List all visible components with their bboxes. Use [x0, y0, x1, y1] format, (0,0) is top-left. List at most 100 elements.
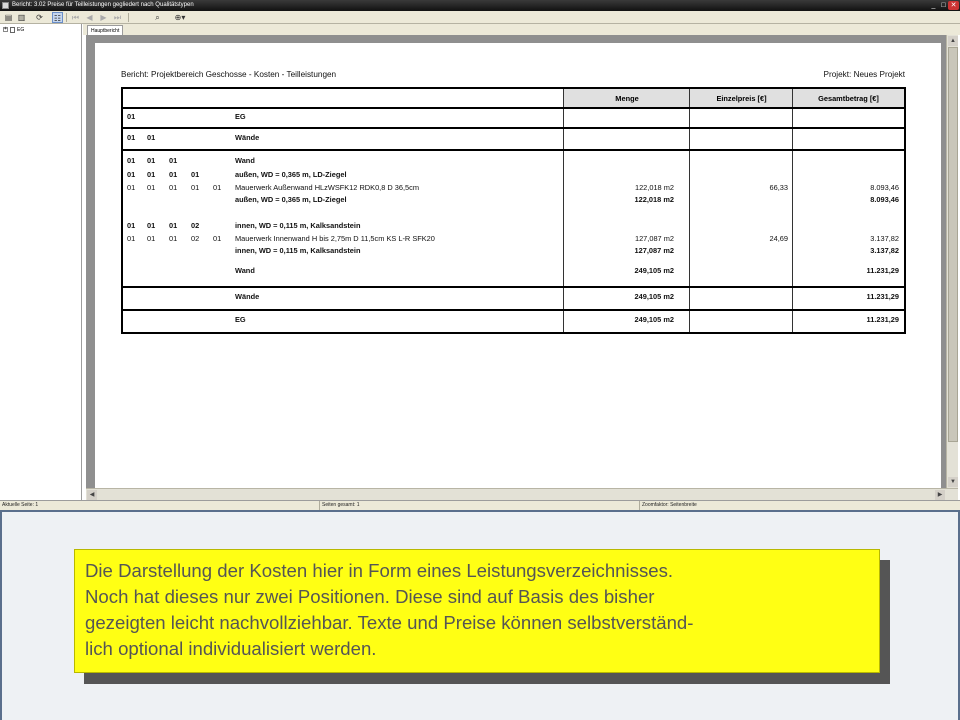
item-description: Mauerwerk Innenwand H bis 2,75m D 11,5cm…: [235, 234, 435, 243]
menge-cell: 249,105 m2: [634, 315, 674, 324]
subtotal-label: Wand: [235, 266, 255, 275]
expand-icon[interactable]: +: [3, 27, 8, 33]
gesamt-cell: 8.093,46: [870, 195, 899, 204]
code-cell: 01: [127, 234, 136, 243]
code-cell: 01: [147, 221, 156, 230]
first-page-icon[interactable]: ⏮: [70, 12, 81, 23]
menge-cell: 249,105 m2: [634, 266, 674, 275]
zoom-icon[interactable]: ⊕▾: [170, 12, 190, 23]
subtotal-label: innen, WD = 0,115 m, Kalksandstein: [235, 246, 361, 255]
horizontal-scrollbar[interactable]: ◀ ▶: [86, 488, 958, 500]
row-divider: [123, 286, 904, 288]
scroll-up-icon[interactable]: ▲: [948, 36, 958, 46]
code-cell: 01: [127, 170, 136, 179]
code-cell: 01: [169, 156, 178, 165]
document-icon: [10, 26, 15, 33]
close-button[interactable]: ✕: [948, 1, 959, 10]
report-viewport[interactable]: Bericht: Projektbereich Geschosse - Kost…: [86, 35, 958, 500]
code-cell: 01: [213, 234, 222, 243]
code-cell: 01: [147, 183, 156, 192]
previous-page-icon[interactable]: ◀: [84, 12, 95, 23]
column-divider: [689, 89, 690, 332]
tab-hauptbericht[interactable]: Hauptbericht: [87, 25, 124, 35]
tree-item-label: EG: [17, 27, 25, 33]
code-cell: 01: [147, 234, 156, 243]
row-divider: [123, 127, 904, 129]
code-cell: 01: [127, 156, 136, 165]
menge-cell: 127,087 m2: [634, 234, 674, 243]
header-gesamtbetrag: Gesamtbetrag [€]: [793, 89, 904, 107]
code-cell: 01: [147, 170, 156, 179]
export-icon[interactable]: ▥: [16, 12, 27, 23]
refresh-icon[interactable]: ⟳: [34, 12, 45, 23]
callout-line: gezeigten leicht nachvollziehbar. Texte …: [85, 612, 694, 633]
item-description: Mauerwerk Außenwand HLzWSFK12 RDK0,8 D 3…: [235, 183, 420, 192]
next-page-icon[interactable]: ▶: [98, 12, 109, 23]
callout-text: Die Darstellung der Kosten hier in Form …: [85, 558, 869, 662]
row-label: außen, WD = 0,365 m, LD-Ziegel: [235, 170, 347, 179]
gesamt-cell: 11.231,29: [866, 315, 899, 324]
gesamt-cell: 11.231,29: [866, 266, 899, 275]
code-cell: 01: [169, 183, 178, 192]
code-cell: 01: [191, 183, 200, 192]
code-cell: 01: [213, 183, 222, 192]
header-einzelpreis: Einzelpreis [€]: [690, 89, 793, 107]
code-cell: 01: [127, 221, 136, 230]
scroll-left-icon[interactable]: ◀: [87, 490, 97, 500]
cost-table: Menge Einzelpreis [€] Gesamtbetrag [€] 0…: [121, 87, 906, 334]
annotation-callout: Die Darstellung der Kosten hier in Form …: [74, 549, 880, 673]
tree-item-eg[interactable]: + EG: [3, 26, 24, 34]
code-cell: 01: [169, 221, 178, 230]
code-cell: 01: [169, 234, 178, 243]
scroll-right-icon[interactable]: ▶: [935, 490, 945, 500]
title-bar: Bericht: 3.02 Preise für Teilleistungen …: [0, 0, 960, 11]
row-divider: [123, 309, 904, 311]
code-cell: 01: [147, 133, 156, 142]
callout-line: Die Darstellung der Kosten hier in Form …: [85, 560, 674, 581]
code-cell: 01: [127, 183, 136, 192]
header-gesamtbetrag-label: Gesamtbetrag [€]: [818, 94, 879, 103]
code-cell: 01: [147, 156, 156, 165]
row-label: Wände: [235, 133, 260, 142]
code-cell: 01: [191, 170, 200, 179]
vertical-scrollbar[interactable]: ▲ ▼: [946, 35, 958, 488]
einzelpreis-cell: 66,33: [769, 183, 789, 192]
report-viewer-window: Bericht: 3.02 Preise für Teilleistungen …: [0, 0, 960, 720]
code-cell: 01: [169, 170, 178, 179]
last-page-icon[interactable]: ⏭: [112, 12, 123, 23]
header-menge: Menge: [564, 89, 690, 107]
gesamt-cell: 8.093,46: [870, 183, 899, 192]
menge-cell: 127,087 m2: [634, 246, 674, 255]
report-page: Bericht: Projektbereich Geschosse - Kost…: [95, 43, 941, 488]
minimize-button[interactable]: _: [929, 1, 938, 10]
row-label: EG: [235, 112, 246, 121]
scroll-thumb[interactable]: [948, 47, 958, 442]
tab-strip: Hauptbericht: [83, 24, 960, 35]
print-icon[interactable]: ▤: [3, 12, 14, 23]
row-divider: [123, 107, 904, 109]
maximize-button[interactable]: □: [939, 1, 948, 10]
status-bar: Aktuelle Seite: 1 Seiten gesamt: 1 Zoomf…: [0, 500, 960, 511]
report-title: Bericht: Projektbereich Geschosse - Kost…: [121, 70, 337, 79]
header-einzelpreis-label: Einzelpreis [€]: [716, 94, 767, 103]
report-project: Projekt: Neues Projekt: [823, 70, 905, 79]
find-icon[interactable]: ⌕: [152, 12, 163, 23]
menge-cell: 122,018 m2: [634, 183, 674, 192]
code-cell: 02: [191, 234, 200, 243]
scroll-down-icon[interactable]: ▼: [948, 477, 958, 487]
menge-cell: 249,105 m2: [634, 292, 674, 301]
total-label: EG: [235, 315, 246, 324]
gesamt-cell: 3.137,82: [870, 234, 899, 243]
window-title: Bericht: 3.02 Preise für Teilleistungen …: [12, 2, 194, 8]
tree-pane: + EG: [0, 24, 82, 500]
app-icon: [2, 2, 9, 9]
row-label: innen, WD = 0,115 m, Kalksandstein: [235, 221, 361, 230]
gesamt-cell: 11.231,29: [866, 292, 899, 301]
tree-view-icon[interactable]: ☷: [52, 12, 63, 23]
toolbar-separator: [66, 13, 67, 22]
callout-line: Noch hat dieses nur zwei Positionen. Die…: [85, 586, 655, 607]
row-label: Wand: [235, 156, 255, 165]
code-cell: 01: [127, 133, 136, 142]
toolbar: ▤ ▥ ⟳ ☷ ⏮ ◀ ▶ ⏭ ⌕ ⊕▾: [0, 11, 960, 24]
einzelpreis-cell: 24,69: [769, 234, 789, 243]
